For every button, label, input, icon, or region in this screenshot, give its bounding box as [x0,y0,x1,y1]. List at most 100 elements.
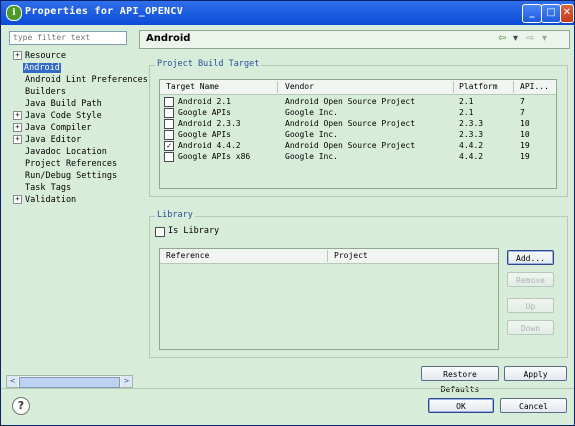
row-target-name: Android 2.1 [178,97,231,106]
ok-button[interactable]: OK [428,398,494,413]
bottom-separator [1,388,574,389]
build-target-group: Project Build Target Target Name Vendor … [149,59,568,197]
table-row[interactable]: Android 2.3.3 Android Open Source Project… [160,118,556,129]
column-divider [453,81,454,93]
row-vendor: Android Open Source Project [285,119,416,128]
add-library-button[interactable]: Add... [507,250,554,265]
expand-icon[interactable]: + [13,195,22,204]
back-menu-icon[interactable]: ▾ [513,33,518,44]
expand-icon[interactable]: + [13,123,22,132]
target-checkbox[interactable] [164,119,174,129]
row-platform: 4.4.2 [459,141,484,150]
row-platform: 2.3.3 [459,119,484,128]
move-up-button[interactable]: Up [507,298,554,313]
row-api: 7 [520,108,525,117]
page-header: Android ⇦ ▾ ⇨ ▾ [139,30,570,49]
target-checkbox[interactable] [164,97,174,107]
move-down-button[interactable]: Down [507,320,554,335]
close-button[interactable]: ✕ [560,4,574,23]
is-library-label: Is Library [168,226,220,236]
tree-item-project-references[interactable]: Project References [25,158,117,170]
sidebar-horizontal-scrollbar[interactable]: < > [6,375,133,388]
row-platform: 2.3.3 [459,130,484,139]
minimize-button[interactable]: _ [522,4,542,23]
tree-item-java-code-style[interactable]: + Java Code Style [13,110,102,122]
target-checkbox[interactable] [164,152,174,162]
expand-icon[interactable]: + [13,111,22,120]
tree-item-validation[interactable]: + Validation [13,194,76,206]
row-vendor: Google Inc. [285,130,338,139]
page-title: Android [146,33,191,44]
scroll-right-icon[interactable]: > [121,376,132,387]
column-divider [513,81,514,93]
col-vendor[interactable]: Vendor [285,82,314,91]
row-target-name: Android 2.3.3 [178,119,241,128]
row-target-name: Android 4.4.2 [178,141,241,150]
row-vendor: Android Open Source Project [285,141,416,150]
target-checkbox[interactable] [164,108,174,118]
row-target-name: Google APIs [178,130,231,139]
tree-item-builders[interactable]: Builders [25,86,66,98]
help-icon[interactable]: ? [12,397,30,415]
library-group: Library Is Library Reference Project Add… [149,210,568,358]
forward-menu-icon[interactable]: ▾ [542,33,547,44]
row-vendor: Google Inc. [285,152,338,161]
remove-library-button[interactable]: Remove [507,272,554,287]
restore-defaults-button[interactable]: Restore Defaults [421,366,499,394]
build-target-table[interactable]: Target Name Vendor Platform API... Andro… [159,79,557,189]
table-row[interactable]: ✓ Android 4.4.2 Android Open Source Projec… [160,140,556,151]
table-row[interactable]: Android 2.1 Android Open Source Project 2.… [160,96,556,107]
row-target-name: Google APIs [178,108,231,117]
window-title: Properties for API_OPENCV [25,6,184,17]
col-platform[interactable]: Platform [459,82,498,91]
tree-item-task-tags[interactable]: Task Tags [25,182,71,194]
row-vendor: Android Open Source Project [285,97,416,106]
property-tree: + Resource Android Android Lint Preferenc… [1,48,148,372]
col-project[interactable]: Project [334,251,368,260]
row-api: 7 [520,97,525,106]
expand-icon[interactable]: + [13,51,22,60]
row-target-name: Google APIs x86 [178,152,251,161]
table-row[interactable]: Google APIs Google Inc. 2.1 7 [160,107,556,118]
apply-button[interactable]: Apply [504,366,567,381]
maximize-button[interactable]: □ [541,4,561,23]
col-target-name[interactable]: Target Name [166,82,219,91]
row-api: 10 [520,119,530,128]
properties-dialog: i Properties for API_OPENCV _ □ ✕ +Resou… [0,0,575,426]
is-library-check-icon[interactable] [155,227,165,237]
row-vendor: Google Inc. [285,108,338,117]
back-arrow-icon[interactable]: ⇦ [498,33,506,44]
tree-item-android-lint[interactable]: Android Lint Preferences [25,74,148,86]
filter-input[interactable] [9,31,127,45]
target-checkbox[interactable] [164,130,174,140]
target-checkbox[interactable]: ✓ [164,141,174,151]
table-header: Target Name Vendor Platform API... [160,80,556,95]
table-row[interactable]: Google APIs Google Inc. 2.3.3 10 [160,129,556,140]
col-reference[interactable]: Reference [166,251,209,260]
column-divider [277,81,278,93]
tree-item-resource[interactable]: + Resource [13,50,66,62]
title-bar[interactable]: i Properties for API_OPENCV _ □ ✕ [1,1,574,25]
forward-arrow-icon[interactable]: ⇨ [526,33,534,44]
row-api: 19 [520,152,530,161]
cancel-button[interactable]: Cancel [500,398,567,413]
tree-item-android[interactable]: Android [23,62,61,74]
row-api: 19 [520,141,530,150]
library-legend: Library [155,210,195,220]
library-table-header: Reference Project [160,249,498,264]
scrollbar-thumb[interactable] [19,377,120,388]
scroll-left-icon[interactable]: < [7,376,18,387]
col-api[interactable]: API... [520,82,549,91]
row-api: 10 [520,130,530,139]
table-row[interactable]: Google APIs x86 Google Inc. 4.4.2 19 [160,151,556,162]
tree-item-java-compiler[interactable]: + Java Compiler [13,122,92,134]
row-platform: 2.1 [459,97,474,106]
library-table[interactable]: Reference Project [159,248,499,350]
tree-item-javadoc-location[interactable]: Javadoc Location [25,146,107,158]
expand-icon[interactable]: + [13,135,22,144]
tree-item-run-debug-settings[interactable]: Run/Debug Settings [25,170,117,182]
tree-item-java-build-path[interactable]: Java Build Path [25,98,102,110]
row-platform: 2.1 [459,108,474,117]
tree-item-java-editor[interactable]: + Java Editor [13,134,81,146]
android-app-icon: i [6,5,22,21]
